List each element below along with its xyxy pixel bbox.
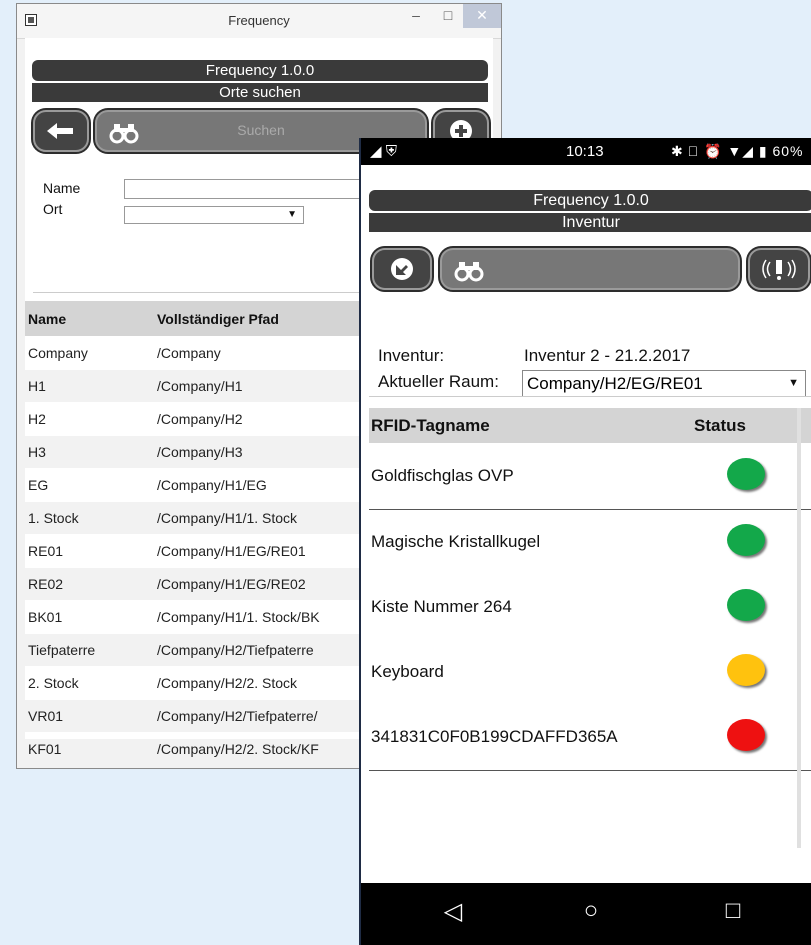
notification-icons: ◢ ⛨ xyxy=(370,143,397,160)
row-path: /Company/H2 xyxy=(157,411,243,427)
minimize-button[interactable]: – xyxy=(401,4,431,28)
column-header-status[interactable]: Status xyxy=(694,416,746,436)
row-name: Company xyxy=(28,345,88,361)
back-arrow-icon xyxy=(47,123,73,139)
rfid-row[interactable]: Goldfischglas OVP xyxy=(369,444,811,510)
maximize-button[interactable]: □ xyxy=(433,4,463,28)
status-time: 10:13 xyxy=(566,143,604,160)
row-name: 2. Stock xyxy=(28,675,79,691)
rfid-tag-name: Magische Kristallkugel xyxy=(371,532,541,551)
row-name: Tiefpaterre xyxy=(28,642,96,658)
rfid-tag-name: Keyboard xyxy=(371,662,444,681)
rfid-table-header: RFID-Tagname Status xyxy=(369,408,811,443)
room-select-value: Company/H2/EG/RE01 xyxy=(527,374,703,393)
window-titlebar[interactable]: Frequency – □ ✕ xyxy=(17,4,501,39)
close-button[interactable]: ✕ xyxy=(463,4,501,28)
row-name: H1 xyxy=(28,378,46,394)
row-name: H2 xyxy=(28,411,46,427)
status-indicator xyxy=(727,589,765,621)
row-name: BK01 xyxy=(28,609,63,625)
rfid-tag-name: Kiste Nummer 264 xyxy=(371,597,512,616)
row-path: /Company/H2/2. Stock xyxy=(157,675,298,691)
dropdown-arrow-icon: ▼ xyxy=(788,377,799,389)
row-path: /Company/H1/EG xyxy=(157,477,267,493)
search-button-label: Suchen xyxy=(237,122,285,138)
row-path: /Company/H1/EG/RE02 xyxy=(157,576,306,592)
status-indicator xyxy=(727,458,765,490)
column-header-name[interactable]: Name xyxy=(28,311,66,327)
status-indicator xyxy=(727,654,765,686)
status-indicator xyxy=(727,524,765,556)
status-indicator xyxy=(727,719,765,751)
row-path: /Company/H2/Tiefpaterre/ xyxy=(157,708,318,724)
rfid-row[interactable]: 341831C0F0B199CDAFFD365A xyxy=(369,705,811,771)
nav-back-icon[interactable]: ◁ xyxy=(433,897,473,926)
nav-recents-icon[interactable]: □ xyxy=(713,897,753,925)
app-title-bar: Frequency 1.0.0 xyxy=(32,60,488,81)
app-title-bar: Frequency 1.0.0 xyxy=(369,190,811,211)
row-path: /Company/H1/1. Stock/BK xyxy=(157,609,320,625)
binoculars-icon xyxy=(454,262,484,282)
row-path: /Company/H1 xyxy=(157,378,243,394)
row-name: VR01 xyxy=(28,708,64,724)
row-path: /Company/H2/2. Stock/KF xyxy=(157,741,319,757)
battery-percent: 60% xyxy=(772,143,804,159)
back-circle-icon xyxy=(391,258,413,280)
phone-screen: ◢ ⛨ 10:13 ✱ ⃠ ⏰ ▼◢ ▮ 60% Frequency 1.0.0… xyxy=(359,138,811,945)
search-button[interactable] xyxy=(440,248,740,290)
ort-label: Ort xyxy=(43,201,63,217)
rfid-row[interactable]: Magische Kristallkugel xyxy=(369,510,811,576)
inventur-label: Inventur: xyxy=(378,346,445,365)
room-select[interactable]: Company/H2/EG/RE01 ▼ xyxy=(522,370,806,397)
row-path: /Company/H2/Tiefpaterre xyxy=(157,642,314,658)
row-name: 1. Stock xyxy=(28,510,79,526)
rfid-tag-name: 341831C0F0B199CDAFFD365A xyxy=(371,727,618,746)
rfid-tag-name: Goldfischglas OVP xyxy=(371,466,514,485)
back-button[interactable] xyxy=(33,110,89,152)
row-path: /Company/H3 xyxy=(157,444,243,460)
scrollbar[interactable] xyxy=(797,408,801,848)
row-path: /Company/H1/EG/RE01 xyxy=(157,543,306,559)
row-name: KF01 xyxy=(28,741,62,757)
column-header-rfid-tagname[interactable]: RFID-Tagname xyxy=(371,416,490,436)
rfid-scan-button[interactable] xyxy=(748,248,810,290)
row-name: RE02 xyxy=(28,576,64,592)
column-header-path[interactable]: Vollständiger Pfad xyxy=(157,311,279,327)
name-label: Name xyxy=(43,180,81,196)
name-input[interactable] xyxy=(124,179,374,199)
status-bar: ◢ ⛨ 10:13 ✱ ⃠ ⏰ ▼◢ ▮ 60% xyxy=(361,138,811,165)
row-name: H3 xyxy=(28,444,46,460)
system-status-icons: ✱ ⃠ ⏰ ▼◢ ▮ xyxy=(671,143,768,159)
ort-select[interactable]: ▼ xyxy=(124,206,304,224)
row-name: EG xyxy=(28,477,49,493)
rfid-row[interactable]: Keyboard xyxy=(369,640,811,706)
status-icons: ✱ ⃠ ⏰ ▼◢ ▮ 60% xyxy=(671,143,803,160)
divider xyxy=(369,396,811,397)
nav-home-icon[interactable]: ○ xyxy=(571,897,611,925)
row-path: /Company/H1/1. Stock xyxy=(157,510,298,526)
page-title: Inventur xyxy=(369,213,811,232)
android-nav-bar: ◁ ○ □ xyxy=(361,883,811,945)
rfid-row[interactable]: Kiste Nummer 264 xyxy=(369,575,811,641)
inventur-value: Inventur 2 - 21.2.2017 xyxy=(524,346,691,365)
dropdown-arrow-icon: ▼ xyxy=(287,209,297,220)
row-name: RE01 xyxy=(28,543,64,559)
room-label: Aktueller Raum: xyxy=(378,372,499,391)
rfid-signal-icon xyxy=(762,259,796,280)
row-path: /Company xyxy=(157,345,221,361)
page-title: Orte suchen xyxy=(32,83,488,102)
back-button[interactable] xyxy=(372,248,432,290)
